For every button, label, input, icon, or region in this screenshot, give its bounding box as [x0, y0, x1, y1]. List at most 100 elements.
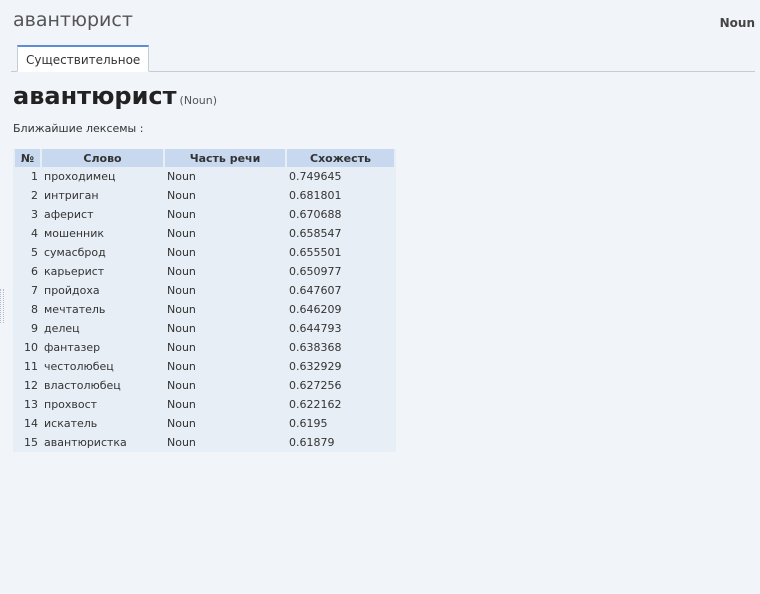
cell-word: сумасброд: [42, 243, 163, 262]
cell-n: 6: [31, 265, 38, 278]
table-row: 13 прохвост Noun 0.622162: [15, 395, 394, 414]
cell-sim: 0.622162: [289, 398, 342, 411]
table-row: 8 мечтатель Noun 0.646209: [15, 300, 394, 319]
row-word-link[interactable]: аферист: [44, 208, 94, 221]
cell-pos: Noun: [167, 170, 196, 183]
cell-sim: 0.646209: [289, 303, 342, 316]
row-word-link[interactable]: пройдоха: [44, 284, 100, 297]
cell-pos: Noun: [167, 284, 196, 297]
cell-pos: Noun: [167, 246, 196, 259]
cell-sim: 0.670688: [289, 208, 342, 221]
nearest-lexemes-table: № Слово Часть речи Схожесть 1 проходимец N…: [13, 149, 396, 452]
cell-n: 13: [24, 398, 38, 411]
table-row: 14 искатель Noun 0.6195: [15, 414, 394, 433]
row-word-link[interactable]: фантазер: [44, 341, 100, 354]
cell-word: интриган: [42, 186, 163, 205]
table-header-row: № Слово Часть речи Схожесть: [15, 149, 394, 167]
cell-sim: 0.638368: [289, 341, 342, 354]
cell-sim: 0.681801: [289, 189, 342, 202]
cell-word: карьерист: [42, 262, 163, 281]
cell-n: 3: [31, 208, 38, 221]
cell-n: 15: [24, 436, 38, 449]
table-row: 4 мошенник Noun 0.658547: [15, 224, 394, 243]
entry-content: авантюрист (Noun) Ближайшие лексемы :: [13, 82, 217, 135]
row-word-link[interactable]: интриган: [44, 189, 99, 202]
column-header-number[interactable]: №: [15, 149, 40, 167]
cell-word: честолюбец: [42, 357, 163, 376]
cell-pos: Noun: [167, 227, 196, 240]
cell-word: аферист: [42, 205, 163, 224]
cell-n: 4: [31, 227, 38, 240]
column-header-word[interactable]: Слово: [42, 149, 163, 167]
cell-word: проходимец: [42, 167, 163, 186]
cell-sim: 0.61879: [289, 436, 335, 449]
cell-word: авантюристка: [42, 433, 163, 452]
table-row: 10 фантазер Noun 0.638368: [15, 338, 394, 357]
row-word-link[interactable]: авантюристка: [44, 436, 127, 449]
cell-pos: Noun: [167, 265, 196, 278]
table-row: 7 пройдоха Noun 0.647607: [15, 281, 394, 300]
cell-sim: 0.655501: [289, 246, 342, 259]
cell-n: 9: [31, 322, 38, 335]
headword: авантюрист (Noun): [13, 82, 217, 110]
cell-sim: 0.650977: [289, 265, 342, 278]
row-word-link[interactable]: карьерист: [44, 265, 104, 278]
table-row: 1 проходимец Noun 0.749645: [15, 167, 394, 186]
resize-handle[interactable]: [0, 289, 4, 323]
cell-word: фантазер: [42, 338, 163, 357]
cell-word: делец: [42, 319, 163, 338]
column-header-similarity[interactable]: Схожесть: [287, 149, 394, 167]
page-title: авантюрист: [13, 9, 133, 31]
cell-sim: 0.627256: [289, 379, 342, 392]
cell-sim: 0.749645: [289, 170, 342, 183]
cell-n: 12: [24, 379, 38, 392]
cell-pos: Noun: [167, 208, 196, 221]
row-word-link[interactable]: властолюбец: [44, 379, 121, 392]
top-bar: авантюрист Noun: [0, 0, 760, 44]
row-word-link[interactable]: делец: [44, 322, 80, 335]
table-row: 3 аферист Noun 0.670688: [15, 205, 394, 224]
row-word-link[interactable]: честолюбец: [44, 360, 114, 373]
cell-sim: 0.658547: [289, 227, 342, 240]
cell-pos: Noun: [167, 322, 196, 335]
cell-word: мечтатель: [42, 300, 163, 319]
cell-n: 11: [24, 360, 38, 373]
tab-noun[interactable]: Существительное: [17, 45, 150, 72]
cell-n: 1: [31, 170, 38, 183]
cell-word: прохвост: [42, 395, 163, 414]
cell-pos: Noun: [167, 303, 196, 316]
row-word-link[interactable]: мечтатель: [44, 303, 105, 316]
part-of-speech-label: Noun: [719, 16, 755, 30]
cell-n: 8: [31, 303, 38, 316]
table-row: 9 делец Noun 0.644793: [15, 319, 394, 338]
table-row: 12 властолюбец Noun 0.627256: [15, 376, 394, 395]
nearest-lexemes-label: Ближайшие лексемы :: [13, 122, 144, 135]
row-word-link[interactable]: мошенник: [44, 227, 104, 240]
table-row: 6 карьерист Noun 0.650977: [15, 262, 394, 281]
cell-word: властолюбец: [42, 376, 163, 395]
row-word-link[interactable]: сумасброд: [44, 246, 106, 259]
cell-word: пройдоха: [42, 281, 163, 300]
cell-sim: 0.632929: [289, 360, 342, 373]
tab-bar: Существительное: [11, 44, 755, 72]
cell-sim: 0.644793: [289, 322, 342, 335]
cell-pos: Noun: [167, 436, 196, 449]
row-word-link[interactable]: проходимец: [44, 170, 115, 183]
cell-pos: Noun: [167, 360, 196, 373]
cell-sim: 0.647607: [289, 284, 342, 297]
cell-pos: Noun: [167, 398, 196, 411]
cell-pos: Noun: [167, 341, 196, 354]
table-row: 11 честолюбец Noun 0.632929: [15, 357, 394, 376]
cell-n: 2: [31, 189, 38, 202]
table-row: 15 авантюристка Noun 0.61879: [15, 433, 394, 452]
column-header-pos[interactable]: Часть речи: [165, 149, 285, 167]
cell-pos: Noun: [167, 379, 196, 392]
table-body: 1 проходимец Noun 0.749645 2 интриган Noun 0.68…: [15, 167, 394, 452]
cell-n: 7: [31, 284, 38, 297]
row-word-link[interactable]: прохвост: [44, 398, 97, 411]
headword-text: авантюрист: [13, 82, 177, 110]
row-word-link[interactable]: искатель: [44, 417, 97, 430]
table-row: 5 сумасброд Noun 0.655501: [15, 243, 394, 262]
cell-word: искатель: [42, 414, 163, 433]
cell-word: мошенник: [42, 224, 163, 243]
